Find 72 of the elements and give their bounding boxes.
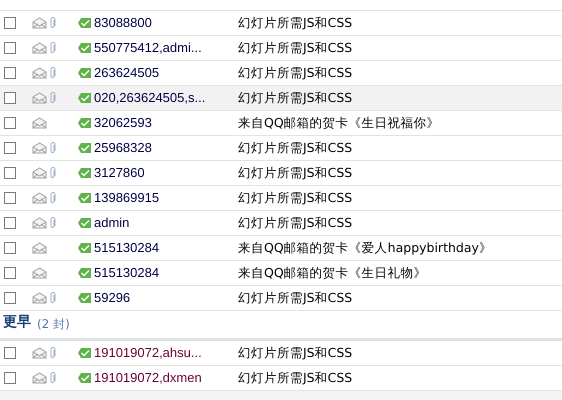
envelope-icon [32, 347, 47, 359]
mail-subject[interactable]: 幻灯片所需JS和CSS [238, 64, 352, 82]
envelope-icon [32, 242, 47, 254]
row-checkbox[interactable] [4, 292, 16, 304]
check-tag-icon [78, 18, 91, 28]
envelope-icon [32, 372, 47, 384]
check-tag-icon [78, 193, 91, 203]
mail-subject[interactable]: 幻灯片所需JS和CSS [238, 138, 352, 158]
group-count: (2 封) [37, 316, 70, 333]
row-checkbox[interactable] [4, 167, 16, 179]
envelope-icon [32, 267, 47, 279]
mail-subject[interactable]: 幻灯片所需JS和CSS [238, 14, 352, 32]
check-tag-icon [78, 243, 91, 253]
sender-name: 3127860 [94, 164, 146, 182]
check-tag-icon [78, 143, 91, 153]
envelope-icon [32, 92, 47, 104]
mail-subject[interactable]: 幻灯片所需JS和CSS [238, 38, 352, 58]
envelope-icon [32, 17, 47, 29]
sender-name: 515130284 [94, 239, 160, 258]
mail-subject[interactable]: 幻灯片所需JS和CSS [238, 188, 352, 208]
mail-subject[interactable]: 来自QQ邮箱的贺卡《爱人happybirthday》 [238, 238, 492, 258]
sender-name: 515130284 [94, 264, 160, 282]
mail-subject[interactable]: 来自QQ邮箱的贺卡《生日祝福你》 [238, 114, 440, 132]
mail-subject[interactable]: 幻灯片所需JS和CSS [238, 164, 352, 182]
row-checkbox[interactable] [4, 267, 16, 279]
sender-name: 83088800 [94, 14, 153, 32]
envelope-icon [32, 292, 47, 304]
row-checkbox[interactable] [4, 347, 16, 359]
row-checkbox[interactable] [4, 192, 16, 204]
row-checkbox[interactable] [4, 117, 16, 129]
check-tag-icon [78, 268, 91, 278]
check-tag-icon [78, 218, 91, 228]
envelope-icon [32, 117, 47, 129]
check-tag-icon [78, 93, 91, 103]
sender-name: 139869915 [94, 189, 160, 208]
envelope-icon [32, 42, 47, 54]
sender-name: 020,263624505,s... [94, 89, 206, 108]
sender-name: 191019072,dxmen [94, 369, 203, 388]
envelope-icon [32, 167, 47, 179]
mail-subject[interactable]: 幻灯片所需JS和CSS [238, 288, 352, 308]
row-checkbox[interactable] [4, 92, 16, 104]
sender-name: 25968328 [94, 139, 153, 158]
envelope-icon [32, 192, 47, 204]
mail-subject[interactable]: 幻灯片所需JS和CSS [238, 368, 352, 388]
sender-name: 191019072,ahsu... [94, 344, 203, 362]
check-tag-icon [78, 168, 91, 178]
check-tag-icon [78, 348, 91, 358]
mail-subject[interactable]: 幻灯片所需JS和CSS [238, 214, 352, 232]
check-tag-icon [78, 68, 91, 78]
row-checkbox[interactable] [4, 217, 16, 229]
mail-subject[interactable]: 来自QQ邮箱的贺卡《生日礼物》 [238, 264, 427, 282]
row-checkbox[interactable] [4, 142, 16, 154]
mail-subject[interactable]: 幻灯片所需JS和CSS [238, 88, 352, 108]
group-title: 更早 [3, 313, 31, 332]
sender-name: 550775412,admi... [94, 39, 203, 58]
row-checkbox[interactable] [4, 42, 16, 54]
sender-name: 263624505 [94, 64, 160, 82]
envelope-icon [32, 142, 47, 154]
envelope-icon [32, 217, 47, 229]
sender-name: 59296 [94, 289, 132, 308]
row-checkbox[interactable] [4, 67, 16, 79]
envelope-icon [32, 67, 47, 79]
check-tag-icon [78, 118, 91, 128]
mail-subject[interactable]: 幻灯片所需JS和CSS [238, 344, 352, 362]
row-checkbox[interactable] [4, 372, 16, 384]
check-tag-icon [78, 373, 91, 383]
check-tag-icon [78, 293, 91, 303]
check-tag-icon [78, 43, 91, 53]
sender-name: 32062593 [94, 114, 153, 132]
row-checkbox[interactable] [4, 17, 16, 29]
sender-name: admin [94, 214, 130, 232]
row-checkbox[interactable] [4, 242, 16, 254]
